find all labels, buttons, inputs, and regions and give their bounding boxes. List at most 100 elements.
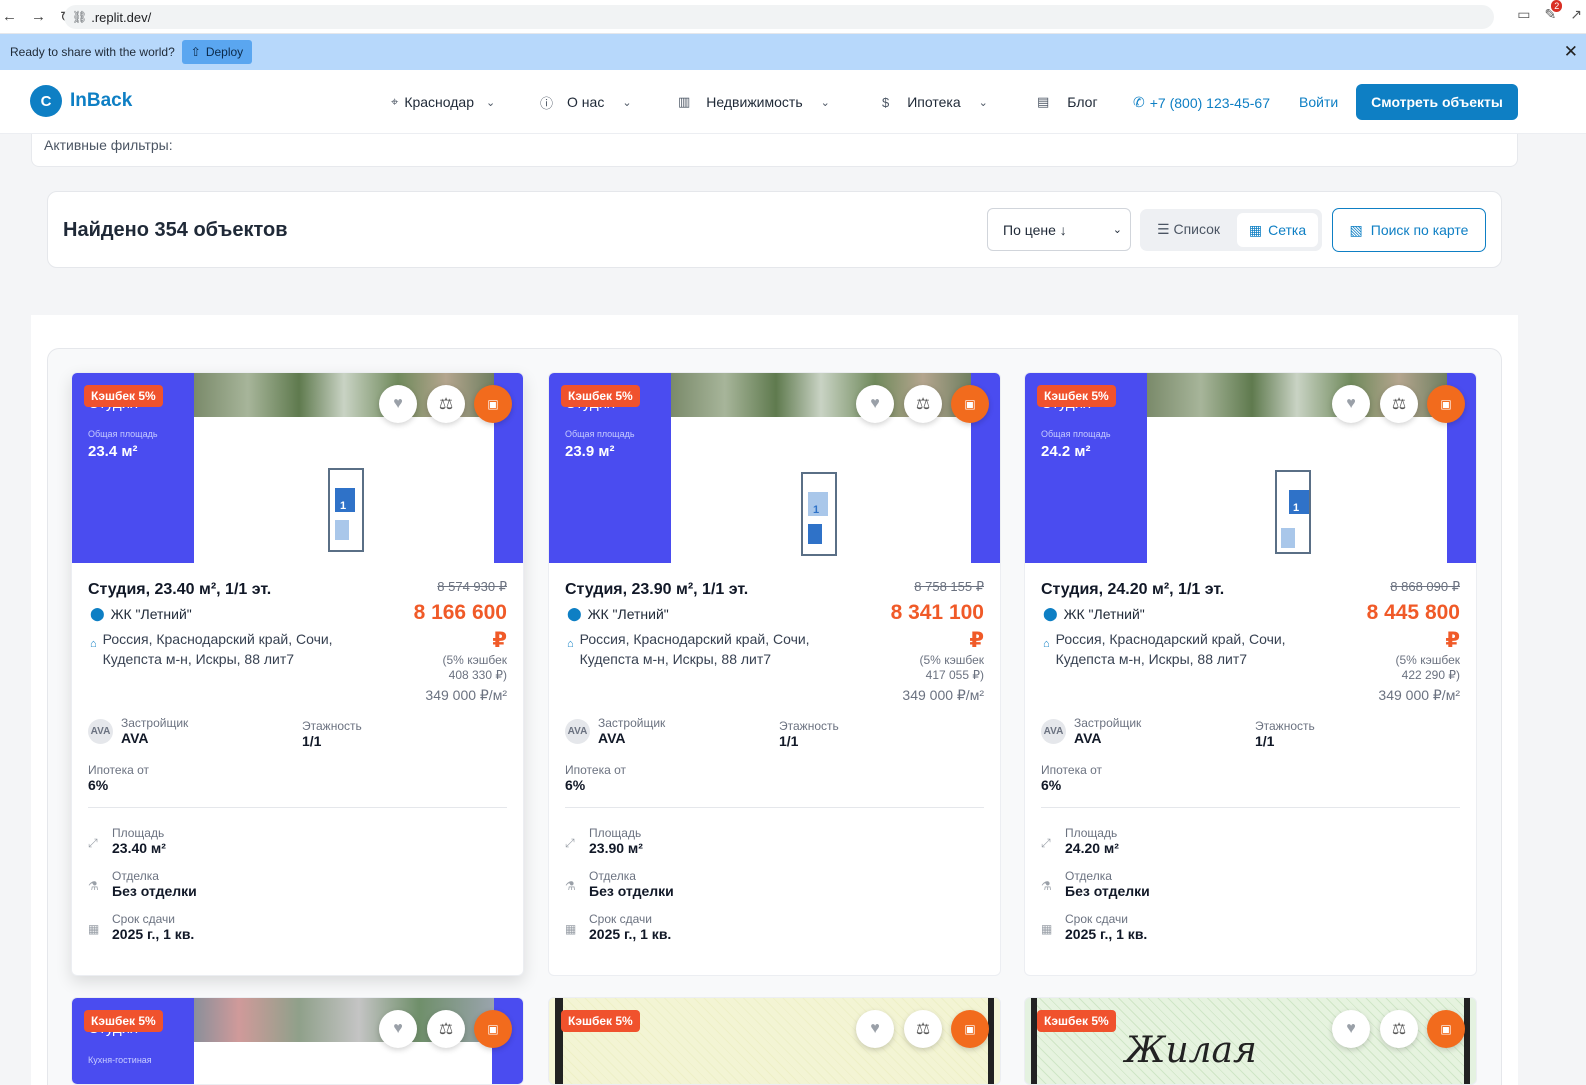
logo[interactable]: C InBack <box>30 85 132 117</box>
card-title[interactable]: Студия, 23.40 м², 1/1 эт. <box>88 581 271 599</box>
favorite-button[interactable]: ♥ <box>1332 385 1370 423</box>
card-photo[interactable]: Студия Общая площадь 24.2 м² 1 Кэшбек 5%… <box>1025 373 1476 563</box>
nav-mortgage[interactable]: $ Ипотека ⌄ <box>882 70 988 134</box>
property-card[interactable]: Студия Кухня-гостиная Кэшбек 5% ♥ ⚖ ▣ <box>71 997 524 1085</box>
mortgage-info: Ипотека от 6% <box>88 763 149 793</box>
photo-area-value: 23.9 м² <box>565 443 615 460</box>
cashback-badge: Кэшбек 5% <box>561 1010 640 1032</box>
photo-area-label: Общая площадь <box>565 429 635 439</box>
cast-icon[interactable]: ▭ <box>1517 6 1530 23</box>
logo-mark: C <box>30 85 62 117</box>
property-card[interactable]: Студия Общая площадь 23.4 м² 1 Кэшбек 5%… <box>71 372 524 976</box>
favorite-button[interactable]: ♥ <box>379 1010 417 1048</box>
complex-name: ЖК "Летний" <box>587 606 669 622</box>
property-card[interactable]: Кэшбек 5% ♥ ⚖ ▣ <box>548 997 1001 1085</box>
pdf-button[interactable]: ▣ <box>474 1010 512 1048</box>
card-complex: ⬤ ЖК "Летний" <box>567 606 669 622</box>
card-photo[interactable]: Студия Общая площадь 23.9 м² 1 Кэшбек 5%… <box>549 373 1000 563</box>
back-icon[interactable]: ← <box>2 8 17 25</box>
card-address: ⌂ Россия, Краснодарский край, Сочи, Кудеп… <box>1043 629 1303 669</box>
price-per-m2: 349 000 ₽/м² <box>902 687 984 703</box>
address-bar[interactable]: ⛓ .replit.dev/ <box>64 5 1494 29</box>
favorite-button[interactable]: ♥ <box>379 385 417 423</box>
results-bar: Найдено 354 объектов По цене ↓ ⌄ ☰ Списо… <box>47 191 1502 268</box>
nav-blog[interactable]: ▤ Блог <box>1037 70 1098 134</box>
cashback-badge: Кэшбек 5% <box>84 385 163 407</box>
close-icon[interactable]: ✕ <box>1564 42 1578 62</box>
address-text: Россия, Краснодарский край, Сочи, Кудепс… <box>1055 631 1286 667</box>
spec-area-label: Площадь <box>112 826 165 840</box>
login-link[interactable]: Войти <box>1299 94 1338 110</box>
compare-button[interactable]: ⚖ <box>1380 385 1418 423</box>
old-price: 8 758 155 ₽ <box>914 579 984 594</box>
view-grid-label: Сетка <box>1268 222 1307 238</box>
spec-deadline-label: Срок сдачи <box>1065 912 1128 926</box>
scales-icon: ⚖ <box>438 1021 454 1038</box>
extensions-icon[interactable]: ✎ 2 <box>1545 0 1563 23</box>
sort-select[interactable]: По цене ↓ ⌄ <box>987 208 1131 251</box>
nav-realty[interactable]: ▥ Недвижимость ⌄ <box>678 70 830 134</box>
mortgage-label: Ипотека от <box>88 763 149 777</box>
card-photo[interactable]: Студия Общая площадь 23.4 м² 1 Кэшбек 5%… <box>72 373 523 563</box>
pdf-button[interactable]: ▣ <box>474 385 512 423</box>
cashback-note-text: (5% кэшбек <box>1395 653 1460 667</box>
cashback-badge: Кэшбек 5% <box>1037 385 1116 407</box>
calendar-icon: ▦ <box>1041 922 1053 936</box>
results-count: Найдено 354 объектов <box>63 219 288 241</box>
forward-icon[interactable]: → <box>31 8 46 25</box>
deploy-button[interactable]: ⇧ Deploy <box>181 40 253 64</box>
spec-finish-value: Без отделки <box>589 883 674 899</box>
cashback-note-text: (5% кэшбек <box>919 653 984 667</box>
spec-area: ⤢ Площадь 23.40 м² <box>88 826 166 856</box>
currency-symbol: ₽ <box>1445 629 1460 652</box>
favorite-button[interactable]: ♥ <box>856 1010 894 1048</box>
map-search-button[interactable]: ▧ Поиск по карте <box>1332 208 1486 252</box>
property-card[interactable]: Жилая Кэшбек 5% ♥ ⚖ ▣ <box>1024 997 1477 1085</box>
developer-info: AVA Застройщик AVA <box>565 716 665 746</box>
map-icon: ▧ <box>1349 221 1363 238</box>
floors-info: Этажность 1/1 <box>302 719 362 749</box>
view-objects-button[interactable]: Смотреть объекты <box>1356 84 1518 120</box>
card-body: Студия, 23.40 м², 1/1 эт. ⬤ ЖК "Летний" ⌂… <box>72 563 523 975</box>
favorite-button[interactable]: ♥ <box>1332 1010 1370 1048</box>
compare-button[interactable]: ⚖ <box>427 1010 465 1048</box>
compare-button[interactable]: ⚖ <box>1380 1010 1418 1048</box>
spec-finish: ⚗ Отделка Без отделки <box>88 869 197 899</box>
compare-button[interactable]: ⚖ <box>904 385 942 423</box>
compare-button[interactable]: ⚖ <box>427 385 465 423</box>
url-text: .replit.dev/ <box>91 9 152 25</box>
view-grid-button[interactable]: ▦ Сетка <box>1237 213 1318 247</box>
card-complex: ⬤ ЖК "Летний" <box>90 606 192 622</box>
spec-deadline-value: 2025 г., 1 кв. <box>589 926 672 942</box>
pdf-button[interactable]: ▣ <box>951 1010 989 1048</box>
open-external-icon[interactable]: ↗ <box>1570 6 1582 23</box>
nav-about[interactable]: ⓘ О нас ⌄ <box>540 70 632 134</box>
property-card[interactable]: Студия Общая площадь 24.2 м² 1 Кэшбек 5%… <box>1024 372 1477 976</box>
favorite-button[interactable]: ♥ <box>856 385 894 423</box>
expand-icon: ⤢ <box>88 836 98 850</box>
spec-finish-label: Отделка <box>1065 869 1112 883</box>
view-list-button[interactable]: ☰ Список <box>1157 221 1220 238</box>
new-price: 8 166 600 ₽ <box>367 599 507 655</box>
pdf-button[interactable]: ▣ <box>951 385 989 423</box>
compare-button[interactable]: ⚖ <box>904 1010 942 1048</box>
phone-link[interactable]: ✆ +7 (800) 123-45-67 <box>1133 94 1270 111</box>
pdf-button[interactable]: ▣ <box>1427 1010 1465 1048</box>
floors-info: Этажность 1/1 <box>1255 719 1315 749</box>
chevron-down-icon: ⌄ <box>486 96 496 109</box>
pdf-button[interactable]: ▣ <box>1427 385 1465 423</box>
city-selector[interactable]: ⌖ Краснодар ⌄ <box>391 70 495 134</box>
list-icon: ☰ <box>1157 221 1170 237</box>
pdf-icon: ▣ <box>1440 1022 1452 1036</box>
mortgage-label: Ипотека от <box>565 763 626 777</box>
spec-deadline-value: 2025 г., 1 кв. <box>1065 926 1148 942</box>
expand-icon: ⤢ <box>565 836 575 850</box>
dollar-icon: $ <box>882 94 890 110</box>
property-card[interactable]: Студия Общая площадь 23.9 м² 1 Кэшбек 5%… <box>548 372 1001 976</box>
spec-deadline-value: 2025 г., 1 кв. <box>112 926 195 942</box>
phone-icon: ✆ <box>1133 94 1145 110</box>
spec-area-value: 23.40 м² <box>112 840 166 856</box>
card-title[interactable]: Студия, 23.90 м², 1/1 эт. <box>565 581 748 599</box>
card-title[interactable]: Студия, 24.20 м², 1/1 эт. <box>1041 581 1224 599</box>
currency-symbol: ₽ <box>969 629 984 652</box>
